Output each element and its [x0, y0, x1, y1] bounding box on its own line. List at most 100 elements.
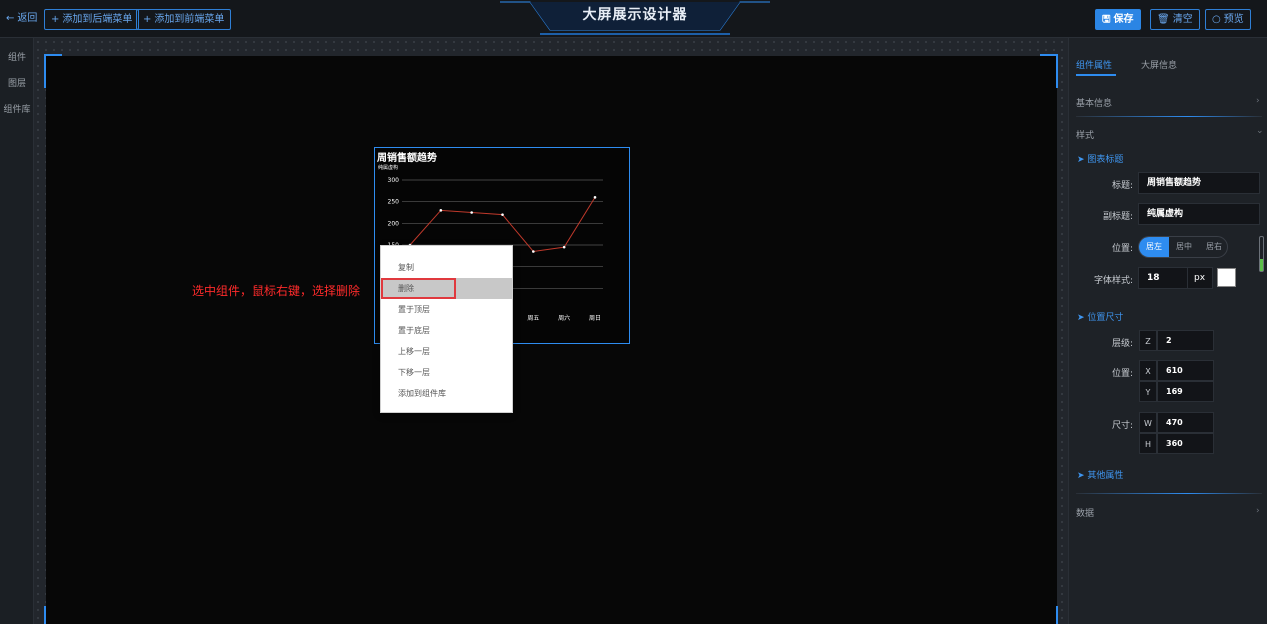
- back-label: 返回: [17, 13, 38, 24]
- preview-button[interactable]: ○ 预览: [1205, 9, 1251, 30]
- canvas-edge-right-bottom: [1056, 606, 1058, 624]
- x-tick-label: 周六: [558, 314, 570, 322]
- active-tab-indicator: [1076, 74, 1116, 76]
- y-tick-label: 250: [388, 199, 400, 206]
- layer-label: 层级:: [1111, 339, 1133, 349]
- chevron-down-icon[interactable]: ⌄: [1256, 126, 1264, 136]
- pos-label: 位置:: [1111, 369, 1133, 379]
- data-point: [439, 209, 443, 212]
- z-key: Z: [1139, 330, 1157, 351]
- save-button[interactable]: 🖫 保存: [1095, 9, 1141, 30]
- menu-item-bring-to-front[interactable]: 置于顶层: [381, 299, 512, 320]
- menu-item-move-up[interactable]: 上移一层: [381, 341, 512, 362]
- align-right-option[interactable]: 居右: [1199, 237, 1229, 257]
- back-button[interactable]: ← 返回: [2, 9, 41, 30]
- canvas-corner-tl: [44, 54, 62, 72]
- caret-right-icon: ➤: [1077, 155, 1088, 165]
- section-basic-info[interactable]: 基本信息: [1076, 96, 1112, 109]
- data-point: [470, 211, 473, 214]
- y-tick-label: 300: [388, 177, 400, 184]
- save-icon: 🖫: [1102, 14, 1111, 25]
- subtitle-input[interactable]: 纯属虚构: [1138, 203, 1260, 225]
- x-key: X: [1139, 360, 1157, 381]
- clear-button[interactable]: 🗑 清空: [1150, 9, 1200, 30]
- property-panel: 组件属性 大屏信息 基本信息 › 样式 ⌄ ➤ 图表标题 标题: 周销售额趋势 …: [1068, 38, 1267, 624]
- menu-item-copy[interactable]: 复制: [381, 257, 512, 278]
- menu-item-add-to-library[interactable]: 添加到组件库: [381, 383, 512, 404]
- h-input[interactable]: 360: [1157, 433, 1214, 454]
- chevron-right-icon[interactable]: ›: [1256, 506, 1260, 516]
- save-label: 保存: [1113, 14, 1134, 25]
- subsection-chart-title[interactable]: ➤ 图表标题: [1077, 152, 1123, 165]
- add-back-label: 添加到后端菜单: [62, 14, 133, 25]
- chart-title-header: 图表标题: [1087, 155, 1124, 165]
- trash-icon: 🗑: [1157, 14, 1170, 25]
- font-style-label: 字体样式:: [1093, 276, 1133, 286]
- font-color-picker[interactable]: [1217, 268, 1236, 287]
- title-position-toggle: 居左 居中 居右: [1138, 236, 1228, 258]
- chevron-right-icon[interactable]: ›: [1256, 96, 1260, 106]
- dim-label: 尺寸:: [1111, 421, 1133, 431]
- plus-icon: +: [143, 14, 152, 25]
- series-line: [409, 197, 596, 253]
- menu-item-move-down[interactable]: 下移一层: [381, 362, 512, 383]
- add-to-frontend-menu-button[interactable]: + 添加到前端菜单: [136, 9, 232, 30]
- sidebar-item-components[interactable]: 组件: [0, 50, 34, 63]
- add-front-label: 添加到前端菜单: [154, 14, 225, 25]
- menu-item-send-to-back[interactable]: 置于底层: [381, 320, 512, 341]
- plus-icon: +: [51, 14, 60, 25]
- font-unit: px: [1187, 267, 1213, 289]
- align-center-option[interactable]: 居中: [1169, 237, 1199, 257]
- z-input[interactable]: 2: [1157, 330, 1214, 351]
- y-input[interactable]: 169: [1157, 381, 1214, 402]
- left-sidebar: 组件 图层 组件库: [0, 38, 34, 624]
- x-tick-label: 周日: [589, 315, 601, 322]
- add-to-backend-menu-button[interactable]: + 添加到后端菜单: [44, 9, 140, 30]
- size-header: 位置尺寸: [1087, 313, 1124, 323]
- tab-screen-info[interactable]: 大屏信息: [1141, 58, 1177, 71]
- preview-label: 预览: [1223, 14, 1244, 25]
- data-point: [501, 213, 504, 216]
- subsection-other-props[interactable]: ➤ 其他属性: [1077, 468, 1123, 481]
- canvas-edge-right: [1056, 70, 1058, 88]
- caret-right-icon: ➤: [1077, 313, 1088, 323]
- canvas-edge-left: [44, 70, 46, 88]
- x-tick-label: 周五: [527, 315, 539, 322]
- y-key: Y: [1139, 381, 1157, 402]
- align-left-option[interactable]: 居左: [1139, 237, 1169, 257]
- font-size-input[interactable]: 18: [1138, 267, 1188, 289]
- data-point: [562, 245, 566, 249]
- scrollbar-thumb[interactable]: [1260, 259, 1263, 271]
- title-label: 标题:: [1111, 181, 1133, 191]
- x-input[interactable]: 610: [1157, 360, 1214, 381]
- tab-component-props[interactable]: 组件属性: [1076, 58, 1112, 71]
- arrow-left-icon: ←: [6, 13, 15, 24]
- sidebar-item-layers[interactable]: 图层: [0, 76, 34, 89]
- w-key: W: [1139, 412, 1157, 433]
- section-divider: [1076, 493, 1262, 494]
- position-label: 位置:: [1111, 244, 1133, 254]
- section-data[interactable]: 数据: [1076, 506, 1094, 519]
- canvas-edge-left-bottom: [44, 606, 46, 624]
- other-header: 其他属性: [1087, 471, 1124, 481]
- title-input[interactable]: 周销售额趋势: [1138, 172, 1260, 194]
- sidebar-item-library[interactable]: 组件库: [0, 102, 34, 115]
- app-title: 大屏展示设计器: [582, 7, 688, 23]
- y-tick-label: 200: [388, 220, 400, 227]
- data-point: [593, 196, 597, 199]
- top-toolbar: ← 返回 + 添加到后端菜单 + 添加到前端菜单 大屏展示设计器 🖫 保存 🗑 清空 ○ 预…: [0, 0, 1267, 38]
- w-input[interactable]: 470: [1157, 412, 1214, 433]
- subsection-position-size[interactable]: ➤ 位置尺寸: [1077, 310, 1123, 323]
- data-point: [532, 250, 535, 253]
- tutorial-annotation: 选中组件，鼠标右键，选择删除: [192, 284, 361, 298]
- section-style[interactable]: 样式: [1076, 128, 1094, 141]
- h-key: H: [1139, 433, 1157, 454]
- search-icon: ○: [1212, 14, 1221, 25]
- delete-highlight-box: [381, 278, 456, 299]
- section-divider: [1076, 116, 1262, 117]
- subtitle-label: 副标题:: [1102, 212, 1133, 222]
- context-menu: 复制 删除 置于顶层 置于底层 上移一层 下移一层 添加到组件库: [380, 245, 513, 413]
- caret-right-icon: ➤: [1077, 471, 1088, 481]
- clear-label: 清空: [1172, 14, 1193, 25]
- panel-scrollbar[interactable]: [1259, 236, 1264, 272]
